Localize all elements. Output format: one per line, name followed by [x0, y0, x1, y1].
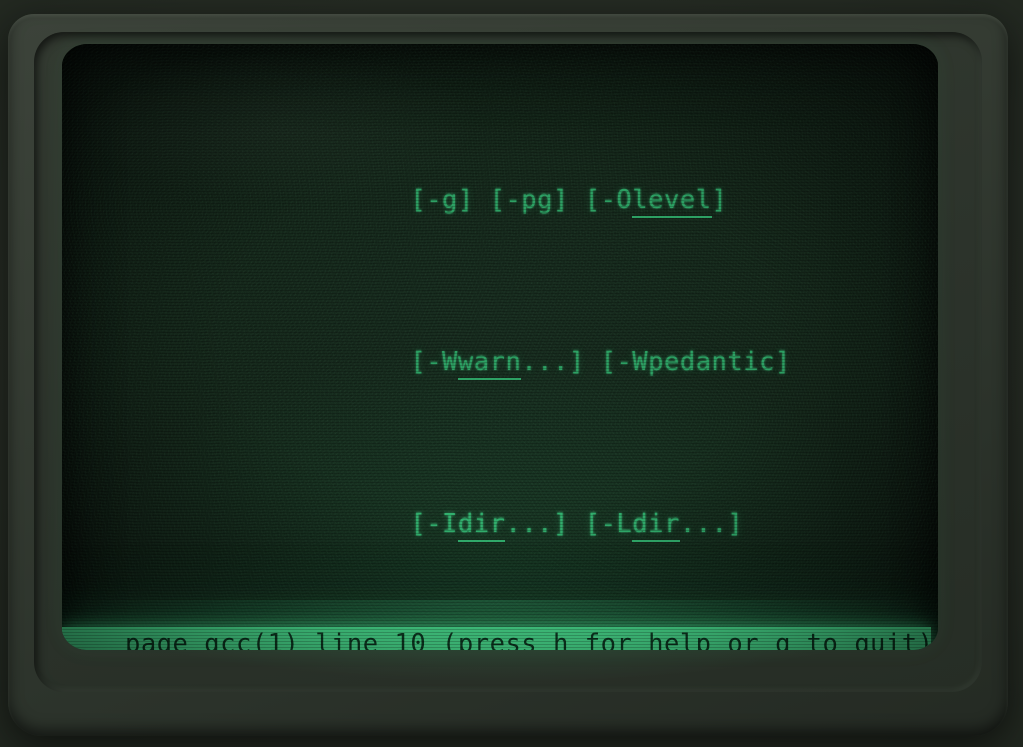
synopsis-seg: ] [711, 184, 728, 215]
synopsis-seg: ...] [-L [505, 508, 633, 539]
crt-screen[interactable]: [-g] [-pg] [-Olevel] [-Wwarn...] [-Wpeda… [62, 44, 938, 650]
synopsis-underlined-arg: level [632, 184, 712, 218]
synopsis-line-1: [-Wwarn...] [-Wpedantic] [62, 342, 938, 383]
synopsis-line-0: [-g] [-pg] [-Olevel] [62, 180, 938, 221]
synopsis-line-2: [-Idir...] [-Ldir...] [62, 504, 938, 545]
synopsis-underlined-arg: warn [457, 346, 522, 380]
synopsis-seg: [-I [125, 508, 458, 539]
synopsis-seg: [-g] [-pg] [-O [125, 184, 633, 215]
synopsis-seg: ...] [-Wpedantic] [521, 346, 791, 377]
terminal-text-area[interactable]: [-g] [-pg] [-Olevel] [-Wwarn...] [-Wpeda… [62, 44, 938, 650]
synopsis-seg: ...] [679, 508, 744, 539]
synopsis-underlined-arg: dir [632, 508, 680, 542]
synopsis-underlined-arg: dir [457, 508, 506, 542]
synopsis-seg: [-W [125, 346, 458, 377]
pager-status-bar[interactable]: page gcc(1) line 10 (press h for help or… [62, 627, 933, 650]
desktop-scene: [-g] [-pg] [-Olevel] [-Wwarn...] [-Wpeda… [0, 0, 1023, 747]
